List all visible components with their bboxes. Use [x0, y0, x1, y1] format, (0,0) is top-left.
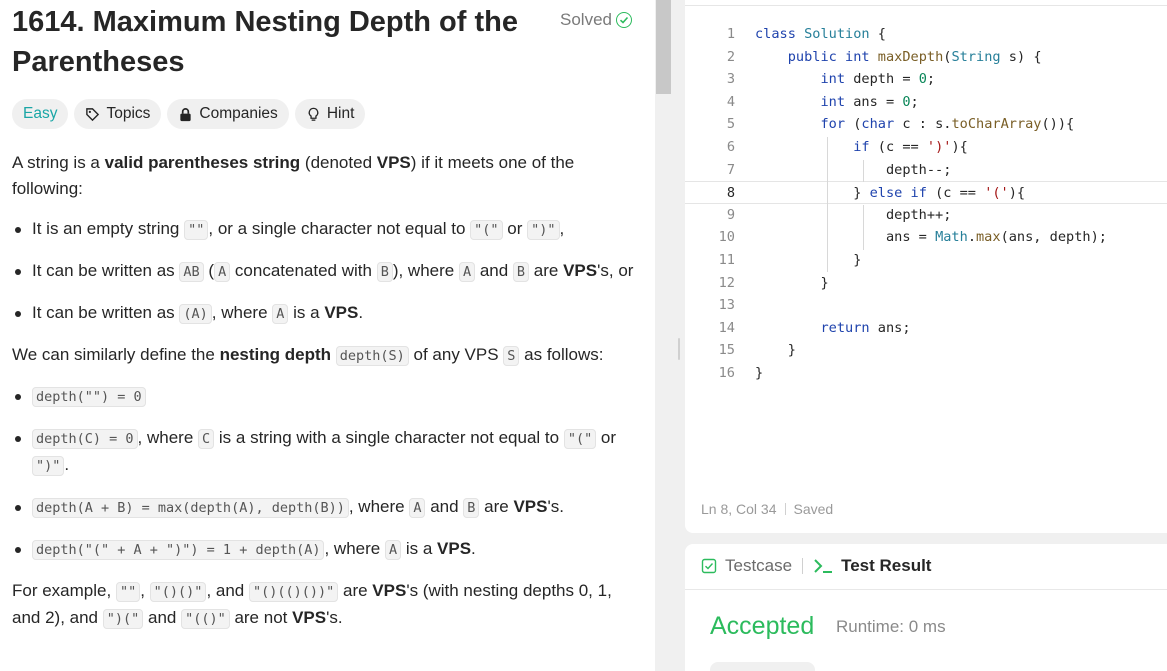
solved-label: Solved [560, 10, 612, 29]
code-line[interactable]: 12 } [685, 272, 1167, 295]
lock-icon [180, 107, 192, 121]
code-line[interactable]: 10 ans = Math.max(ans, depth); [685, 226, 1167, 249]
tab-divider-line [685, 589, 1167, 590]
save-status: Saved [793, 501, 834, 517]
list-item: depth(C) = 0, where C is a string with a… [12, 425, 642, 479]
list-item: It can be written as AB (A concatenated … [12, 258, 642, 285]
drag-handle[interactable] [678, 338, 680, 360]
problem-title: 1614. Maximum Nesting Depth of the Paren… [12, 6, 518, 78]
code-line[interactable]: 13 [685, 294, 1167, 317]
code-line[interactable]: 6 if (c == ')'){ [685, 136, 1167, 159]
indent-guide [863, 205, 864, 250]
tab-divider [802, 558, 804, 574]
code-line[interactable]: 9 depth++; [685, 204, 1167, 227]
difficulty-badge: Easy [12, 99, 69, 129]
tab-testcase-label: Testcase [725, 556, 793, 575]
problem-chips: Easy Topics Companies Hint [12, 99, 366, 129]
list-item: It is an empty string "", or a single ch… [12, 216, 642, 243]
status-divider [784, 503, 786, 515]
list-item: depth("(" + A + ")") = 1 + depth(A), whe… [12, 536, 642, 563]
checkbox-icon [701, 558, 717, 574]
code-line[interactable]: 15 } [685, 339, 1167, 362]
code-area[interactable]: 1 class Solution { 2 public int maxDepth(… [685, 23, 1167, 385]
code-editor[interactable]: 1 class Solution { 2 public int maxDepth(… [685, 0, 1167, 533]
description-scrollbar[interactable] [655, 0, 672, 671]
topics-button[interactable]: Topics [74, 99, 162, 129]
indent-guide [863, 160, 864, 182]
code-line[interactable]: 7 depth--; [685, 159, 1167, 182]
tag-icon [86, 107, 100, 121]
code-line[interactable]: 14 return ans; [685, 317, 1167, 340]
check-circle-icon [615, 12, 632, 28]
hint-button[interactable]: Hint [294, 99, 366, 129]
tab-testcase[interactable]: Testcase [701, 556, 792, 576]
list-item: depth("") = 0 [12, 383, 642, 410]
scrollbar-thumb[interactable] [656, 0, 671, 94]
panel-splitter[interactable] [672, 0, 685, 671]
verdict-status: Accepted [710, 612, 815, 640]
intro-paragraph: A string is a valid parentheses string (… [12, 153, 575, 198]
tab-test-result[interactable]: Test Result [813, 556, 931, 576]
hint-label: Hint [326, 105, 355, 122]
cursor-position: Ln 8, Col 34 [701, 501, 777, 517]
companies-label: Companies [199, 105, 278, 122]
result-case-pill[interactable] [710, 662, 815, 671]
companies-button[interactable]: Companies [167, 99, 289, 129]
indent-guide [827, 137, 828, 272]
code-line[interactable]: 3 int depth = 0; [685, 68, 1167, 91]
lightbulb-icon [308, 107, 319, 121]
terminal-icon [814, 559, 833, 573]
depth-rules-list: depth("") = 0 depth(C) = 0, where C is a… [12, 383, 642, 563]
tab-test-result-label: Test Result [841, 556, 932, 575]
list-item: It can be written as (A), where A is a V… [12, 300, 642, 327]
code-line[interactable]: 5 for (char c : s.toCharArray()){ [685, 113, 1167, 136]
example-paragraph: For example, "", "()()", and "()(()())" … [12, 581, 612, 629]
code-line[interactable]: 4 int ans = 0; [685, 91, 1167, 114]
result-tabs: Testcase Test Result [701, 556, 931, 576]
description-panel: 1614. Maximum Nesting Depth of the Paren… [0, 0, 655, 671]
problem-description: A string is a valid parentheses string (… [12, 150, 642, 646]
vps-rules-list: It is an empty string "", or a single ch… [12, 216, 642, 327]
result-panel: Testcase Test Result Accepted Runtime: 0… [685, 544, 1167, 671]
code-line[interactable]: 1 class Solution { [685, 23, 1167, 46]
solved-status: Solved [560, 10, 632, 30]
code-line[interactable]: 2 public int maxDepth(String s) { [685, 46, 1167, 69]
runtime-stat: Runtime: 0 ms [836, 617, 946, 636]
code-line[interactable]: 11 } [685, 249, 1167, 272]
editor-tab-bar [685, 0, 1167, 6]
editor-status-bar: Ln 8, Col 34 Saved [701, 501, 833, 517]
current-code-line[interactable]: 8 } else if (c == '('){ [685, 181, 1167, 204]
topics-label: Topics [106, 105, 151, 122]
depth-intro-paragraph: We can similarly define the nesting dept… [12, 345, 604, 366]
list-item: depth(A + B) = max(depth(A), depth(B)), … [12, 494, 642, 521]
code-line[interactable]: 16} [685, 362, 1167, 385]
